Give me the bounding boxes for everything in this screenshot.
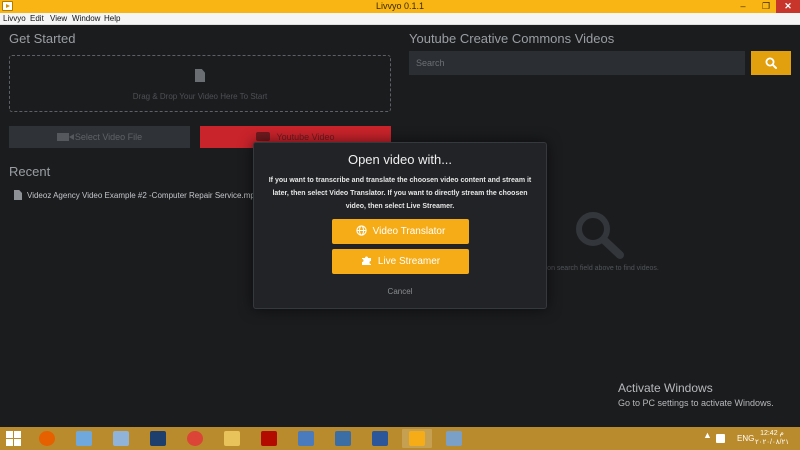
- clock[interactable]: 12:42 م ٢٠٢٠/٠٨/٢١: [755, 429, 789, 447]
- cancel-link[interactable]: Cancel: [254, 287, 546, 296]
- large-search-icon: [576, 212, 624, 259]
- clock-time: 12:42 م: [760, 430, 784, 437]
- activate-windows-watermark: Activate Windows Go to PC settings to ac…: [618, 381, 774, 408]
- close-button[interactable]: ✕: [776, 0, 800, 13]
- taskbar-app-network[interactable]: [328, 429, 358, 448]
- live-streamer-label: Live Streamer: [377, 256, 441, 267]
- taskbar-app-file-explorer[interactable]: [217, 429, 247, 448]
- recent-title: Recent: [9, 164, 51, 179]
- youtube-video-label: Youtube Video: [276, 132, 335, 142]
- taskbar-app-acrobat[interactable]: [254, 429, 284, 448]
- search-input[interactable]: [409, 51, 745, 75]
- menu-bar: Livvyo Edit View Window Help: [0, 13, 800, 25]
- taskbar-app-livvyo[interactable]: [402, 429, 432, 448]
- minimize-button[interactable]: –: [732, 0, 754, 13]
- video-translator-label: Video Translator: [372, 226, 446, 237]
- search-button[interactable]: [751, 51, 791, 75]
- calculator-icon: [113, 431, 129, 446]
- youtube-cc-title: Youtube Creative Commons Videos: [409, 31, 615, 46]
- menu-edit[interactable]: Edit: [30, 14, 44, 23]
- tray-flag-icon[interactable]: ▲: [703, 430, 712, 440]
- window-title: Livvyo 0.1.1: [375, 1, 425, 11]
- explorer-window-icon: [76, 431, 92, 446]
- menu-window[interactable]: Window: [72, 14, 100, 23]
- drop-zone-text: Drag & Drop Your Video Here To Start: [132, 92, 268, 101]
- select-video-file-button[interactable]: Select Video File: [9, 126, 190, 148]
- livvyo-icon: [409, 431, 425, 446]
- network-icon: [335, 431, 351, 446]
- dialog-message: If you want to transcribe and translate …: [268, 177, 532, 210]
- activate-windows-subtitle: Go to PC settings to activate Windows.: [618, 398, 774, 408]
- activate-windows-title: Activate Windows: [618, 381, 713, 395]
- taskbar-app-calculator[interactable]: [106, 429, 136, 448]
- file-icon: [195, 69, 205, 82]
- taskbar-app-photoshop[interactable]: [143, 429, 173, 448]
- recent-file-item[interactable]: Videoz Agency Video Example #2 -Computer…: [14, 190, 259, 200]
- taskbar-app-word[interactable]: [365, 429, 395, 448]
- menu-view[interactable]: View: [50, 14, 67, 23]
- windows-start-icon[interactable]: [6, 431, 22, 446]
- select-video-file-label: Select Video File: [74, 132, 143, 142]
- photoshop-icon: [150, 431, 166, 446]
- puzzle-icon: [361, 256, 371, 265]
- taskbar: ▲ ENG 12:42 م ٢٠٢٠/٠٨/٢١: [0, 427, 800, 450]
- taskbar-app-chrome[interactable]: [180, 429, 210, 448]
- word-icon: [372, 431, 388, 446]
- menu-help[interactable]: Help: [104, 14, 120, 23]
- video-translator-button[interactable]: Video Translator: [332, 219, 469, 244]
- search-hint-text: ping on search field above to find video…: [532, 265, 659, 272]
- chrome-icon: [187, 431, 203, 446]
- taskbar-app-firefox[interactable]: [32, 429, 62, 448]
- title-bar: Livvyo 0.1.1 – ❐ ✕: [0, 0, 800, 13]
- open-video-dialog: Open video with... If you want to transc…: [253, 142, 547, 309]
- firefox-icon: [39, 431, 55, 446]
- acrobat-icon: [261, 431, 277, 446]
- document-icon: [14, 190, 22, 200]
- video-drop-zone[interactable]: Drag & Drop Your Video Here To Start: [9, 55, 391, 112]
- taskbar-app-explorer-window[interactable]: [69, 429, 99, 448]
- search-icon: [765, 57, 777, 69]
- menu-livvyo[interactable]: Livvyo: [3, 14, 26, 23]
- globe-icon: [356, 225, 367, 236]
- dialog-title: Open video with...: [347, 152, 453, 167]
- file-explorer-icon: [224, 431, 240, 446]
- youtube-icon: [256, 132, 271, 141]
- video-camera-icon: [56, 133, 74, 141]
- get-started-title: Get Started: [9, 31, 76, 46]
- photos-icon: [298, 431, 314, 446]
- language-indicator[interactable]: ENG: [737, 434, 754, 443]
- tools-icon: [446, 431, 462, 446]
- network-tray-icon[interactable]: [716, 434, 725, 443]
- maximize-button[interactable]: ❐: [756, 0, 776, 13]
- taskbar-app-tools[interactable]: [439, 429, 469, 448]
- recent-file-name: Videoz Agency Video Example #2 -Computer…: [27, 191, 260, 200]
- taskbar-app-photos[interactable]: [291, 429, 321, 448]
- clock-date: ٢٠٢٠/٠٨/٢١: [755, 439, 789, 446]
- live-streamer-button[interactable]: Live Streamer: [332, 249, 469, 274]
